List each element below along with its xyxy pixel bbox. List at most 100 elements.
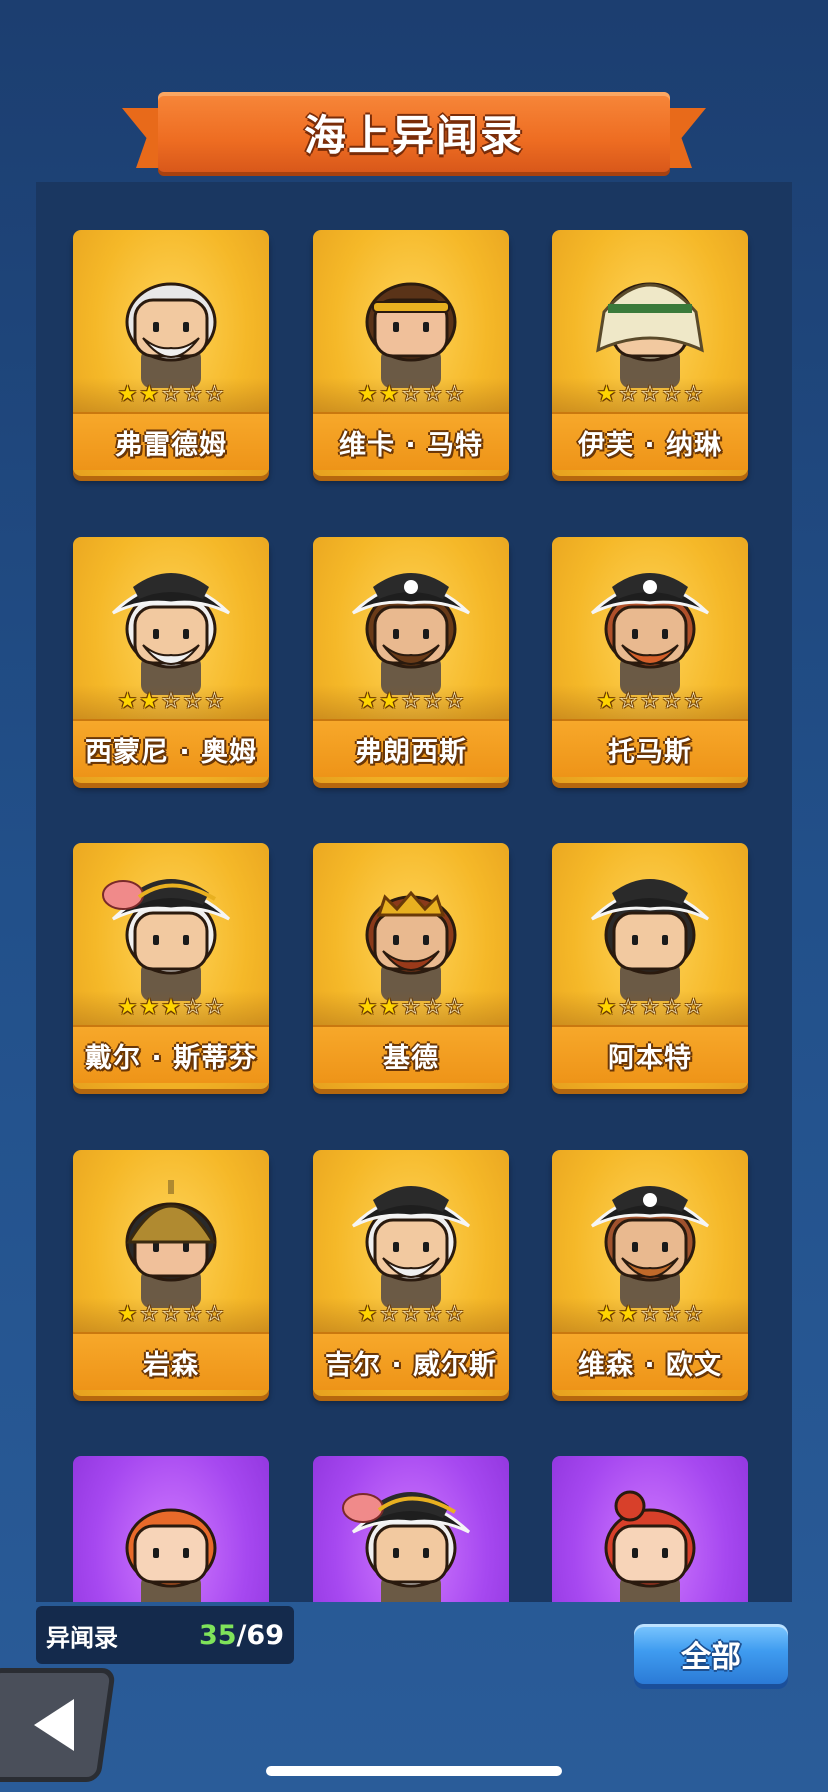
character-name: 岩森 xyxy=(143,1349,199,1381)
star-filled-icon: ★ xyxy=(357,995,378,1020)
star-empty-icon: ☆ xyxy=(204,382,225,407)
star-empty-icon: ☆ xyxy=(422,1302,443,1327)
star-filled-icon: ★ xyxy=(139,995,160,1020)
back-button[interactable] xyxy=(0,1668,117,1782)
star-filled-icon: ★ xyxy=(379,689,400,714)
filter-all-button[interactable]: 全部 xyxy=(634,1624,788,1684)
character-name: 基德 xyxy=(383,1042,439,1074)
character-name: 阿本特 xyxy=(608,1042,692,1074)
character-card[interactable]: ★ ★ ☆ ☆ ☆ 弗朗西斯 xyxy=(313,537,509,783)
character-name: 托马斯 xyxy=(608,736,692,768)
character-card[interactable]: ★ ★ ☆ ☆ ☆ 弗雷德姆 xyxy=(73,230,269,476)
collection-count: 35/69 xyxy=(199,1620,284,1651)
star-rating: ★ ☆ ☆ ☆ ☆ xyxy=(552,378,748,412)
character-card[interactable]: ★ ★ ☆ ☆ ☆ 西蒙尼 · 奥姆 xyxy=(73,537,269,783)
star-empty-icon: ☆ xyxy=(640,1302,660,1327)
star-filled-icon: ★ xyxy=(596,382,617,407)
star-empty-icon: ☆ xyxy=(204,689,225,714)
star-filled-icon: ★ xyxy=(357,1302,378,1327)
star-empty-icon: ☆ xyxy=(161,1302,181,1327)
character-card[interactable]: ★ ☆ ☆ ☆ ☆ 伊芙 · 纳琳 xyxy=(552,230,748,476)
character-portrait xyxy=(604,1490,696,1602)
star-filled-icon: ★ xyxy=(139,689,160,714)
character-face xyxy=(612,911,688,971)
star-empty-icon: ☆ xyxy=(182,995,203,1020)
crown-icon xyxy=(376,890,446,917)
filter-all-label: 全部 xyxy=(681,1640,741,1675)
banner-body: 海上异闻录 xyxy=(158,92,670,172)
hair-bun-icon xyxy=(614,1490,646,1522)
star-empty-icon: ☆ xyxy=(422,689,443,714)
star-filled-icon: ★ xyxy=(117,995,138,1020)
character-card[interactable]: ★ ☆ ☆ ☆ ☆ 岩森 xyxy=(73,1150,269,1396)
character-card[interactable] xyxy=(73,1456,269,1602)
character-card[interactable]: ★ ☆ ☆ ☆ ☆ 吉尔 · 威尔斯 xyxy=(313,1150,509,1396)
character-name: 伊芙 · 纳琳 xyxy=(577,429,723,461)
character-card[interactable] xyxy=(552,1456,748,1602)
star-empty-icon: ☆ xyxy=(161,689,181,714)
character-card[interactable]: ★ ★ ☆ ☆ ☆ 维森 · 欧文 xyxy=(552,1150,748,1396)
home-indicator[interactable] xyxy=(266,1766,562,1776)
star-empty-icon: ☆ xyxy=(661,689,682,714)
star-empty-icon: ☆ xyxy=(401,689,421,714)
star-rating: ★ ★ ★ ☆ ☆ xyxy=(73,991,269,1025)
star-empty-icon: ☆ xyxy=(422,995,443,1020)
card-nameplate: 西蒙尼 · 奥姆 xyxy=(73,719,269,777)
card-nameplate: 阿本特 xyxy=(552,1025,748,1083)
star-empty-icon: ☆ xyxy=(444,995,465,1020)
character-name: 维森 · 欧文 xyxy=(577,1349,723,1381)
star-rating: ★ ★ ☆ ☆ ☆ xyxy=(73,378,269,412)
star-empty-icon: ☆ xyxy=(204,995,225,1020)
star-empty-icon: ☆ xyxy=(640,382,660,407)
collection-label: 异闻录 xyxy=(46,1623,118,1652)
star-rating: ★ ☆ ☆ ☆ ☆ xyxy=(313,1298,509,1332)
card-nameplate: 戴尔 · 斯蒂芬 xyxy=(73,1025,269,1083)
star-empty-icon: ☆ xyxy=(204,1302,225,1327)
card-nameplate: 维卡 · 马特 xyxy=(313,412,509,470)
headband-icon xyxy=(372,301,450,313)
star-filled-icon: ★ xyxy=(117,382,138,407)
star-filled-icon: ★ xyxy=(379,382,400,407)
star-rating: ★ ☆ ☆ ☆ ☆ xyxy=(73,1298,269,1332)
skull-emblem-icon xyxy=(643,1193,657,1207)
feather-icon xyxy=(342,1493,384,1523)
star-empty-icon: ☆ xyxy=(182,382,203,407)
star-filled-icon: ★ xyxy=(618,1302,639,1327)
total-count: 69 xyxy=(246,1619,284,1651)
character-card[interactable]: ★ ★ ☆ ☆ ☆ 基德 xyxy=(313,843,509,1089)
character-portrait xyxy=(342,1492,471,1602)
star-filled-icon: ★ xyxy=(161,995,181,1020)
star-rating: ★ ☆ ☆ ☆ ☆ xyxy=(552,685,748,719)
card-nameplate: 维森 · 欧文 xyxy=(552,1332,748,1390)
star-empty-icon: ☆ xyxy=(618,382,639,407)
star-filled-icon: ★ xyxy=(596,995,617,1020)
collection-panel[interactable]: ★ ★ ☆ ☆ ☆ 弗雷德姆 ★ ★ ☆ ☆ ☆ 维卡 · 马特 ★ ☆ ☆ ☆ ☆ 伊芙 · 纳琳 ★ ★ ☆ ☆ ☆ 西蒙… xyxy=(36,182,792,1602)
star-empty-icon: ☆ xyxy=(683,382,704,407)
star-empty-icon: ☆ xyxy=(661,382,682,407)
character-portrait xyxy=(125,1508,217,1602)
character-face xyxy=(612,1524,688,1584)
character-card[interactable]: ★ ☆ ☆ ☆ ☆ 托马斯 xyxy=(552,537,748,783)
skull-emblem-icon xyxy=(404,580,418,594)
character-card[interactable]: ★ ★ ★ ☆ ☆ 戴尔 · 斯蒂芬 xyxy=(73,843,269,1089)
character-name: 戴尔 · 斯蒂芬 xyxy=(84,1042,258,1074)
star-rating: ★ ☆ ☆ ☆ ☆ xyxy=(552,991,748,1025)
title-banner: 海上异闻录 xyxy=(122,88,706,180)
character-card[interactable]: ★ ☆ ☆ ☆ ☆ 阿本特 xyxy=(552,843,748,1089)
star-empty-icon: ☆ xyxy=(161,382,181,407)
feather-icon xyxy=(102,880,144,910)
card-nameplate: 弗雷德姆 xyxy=(73,412,269,470)
card-nameplate: 岩森 xyxy=(73,1332,269,1390)
page-title: 海上异闻录 xyxy=(303,110,524,160)
character-card[interactable]: ★ ★ ☆ ☆ ☆ 维卡 · 马特 xyxy=(313,230,509,476)
character-name: 吉尔 · 威尔斯 xyxy=(324,1349,498,1381)
star-empty-icon: ☆ xyxy=(618,689,639,714)
star-empty-icon: ☆ xyxy=(661,995,682,1020)
star-filled-icon: ★ xyxy=(139,382,160,407)
star-empty-icon: ☆ xyxy=(618,995,639,1020)
card-nameplate: 吉尔 · 威尔斯 xyxy=(313,1332,509,1390)
star-rating: ★ ★ ☆ ☆ ☆ xyxy=(313,378,509,412)
star-filled-icon: ★ xyxy=(379,995,400,1020)
collection-counter: 异闻录 35/69 xyxy=(36,1606,294,1664)
character-card[interactable] xyxy=(313,1456,509,1602)
